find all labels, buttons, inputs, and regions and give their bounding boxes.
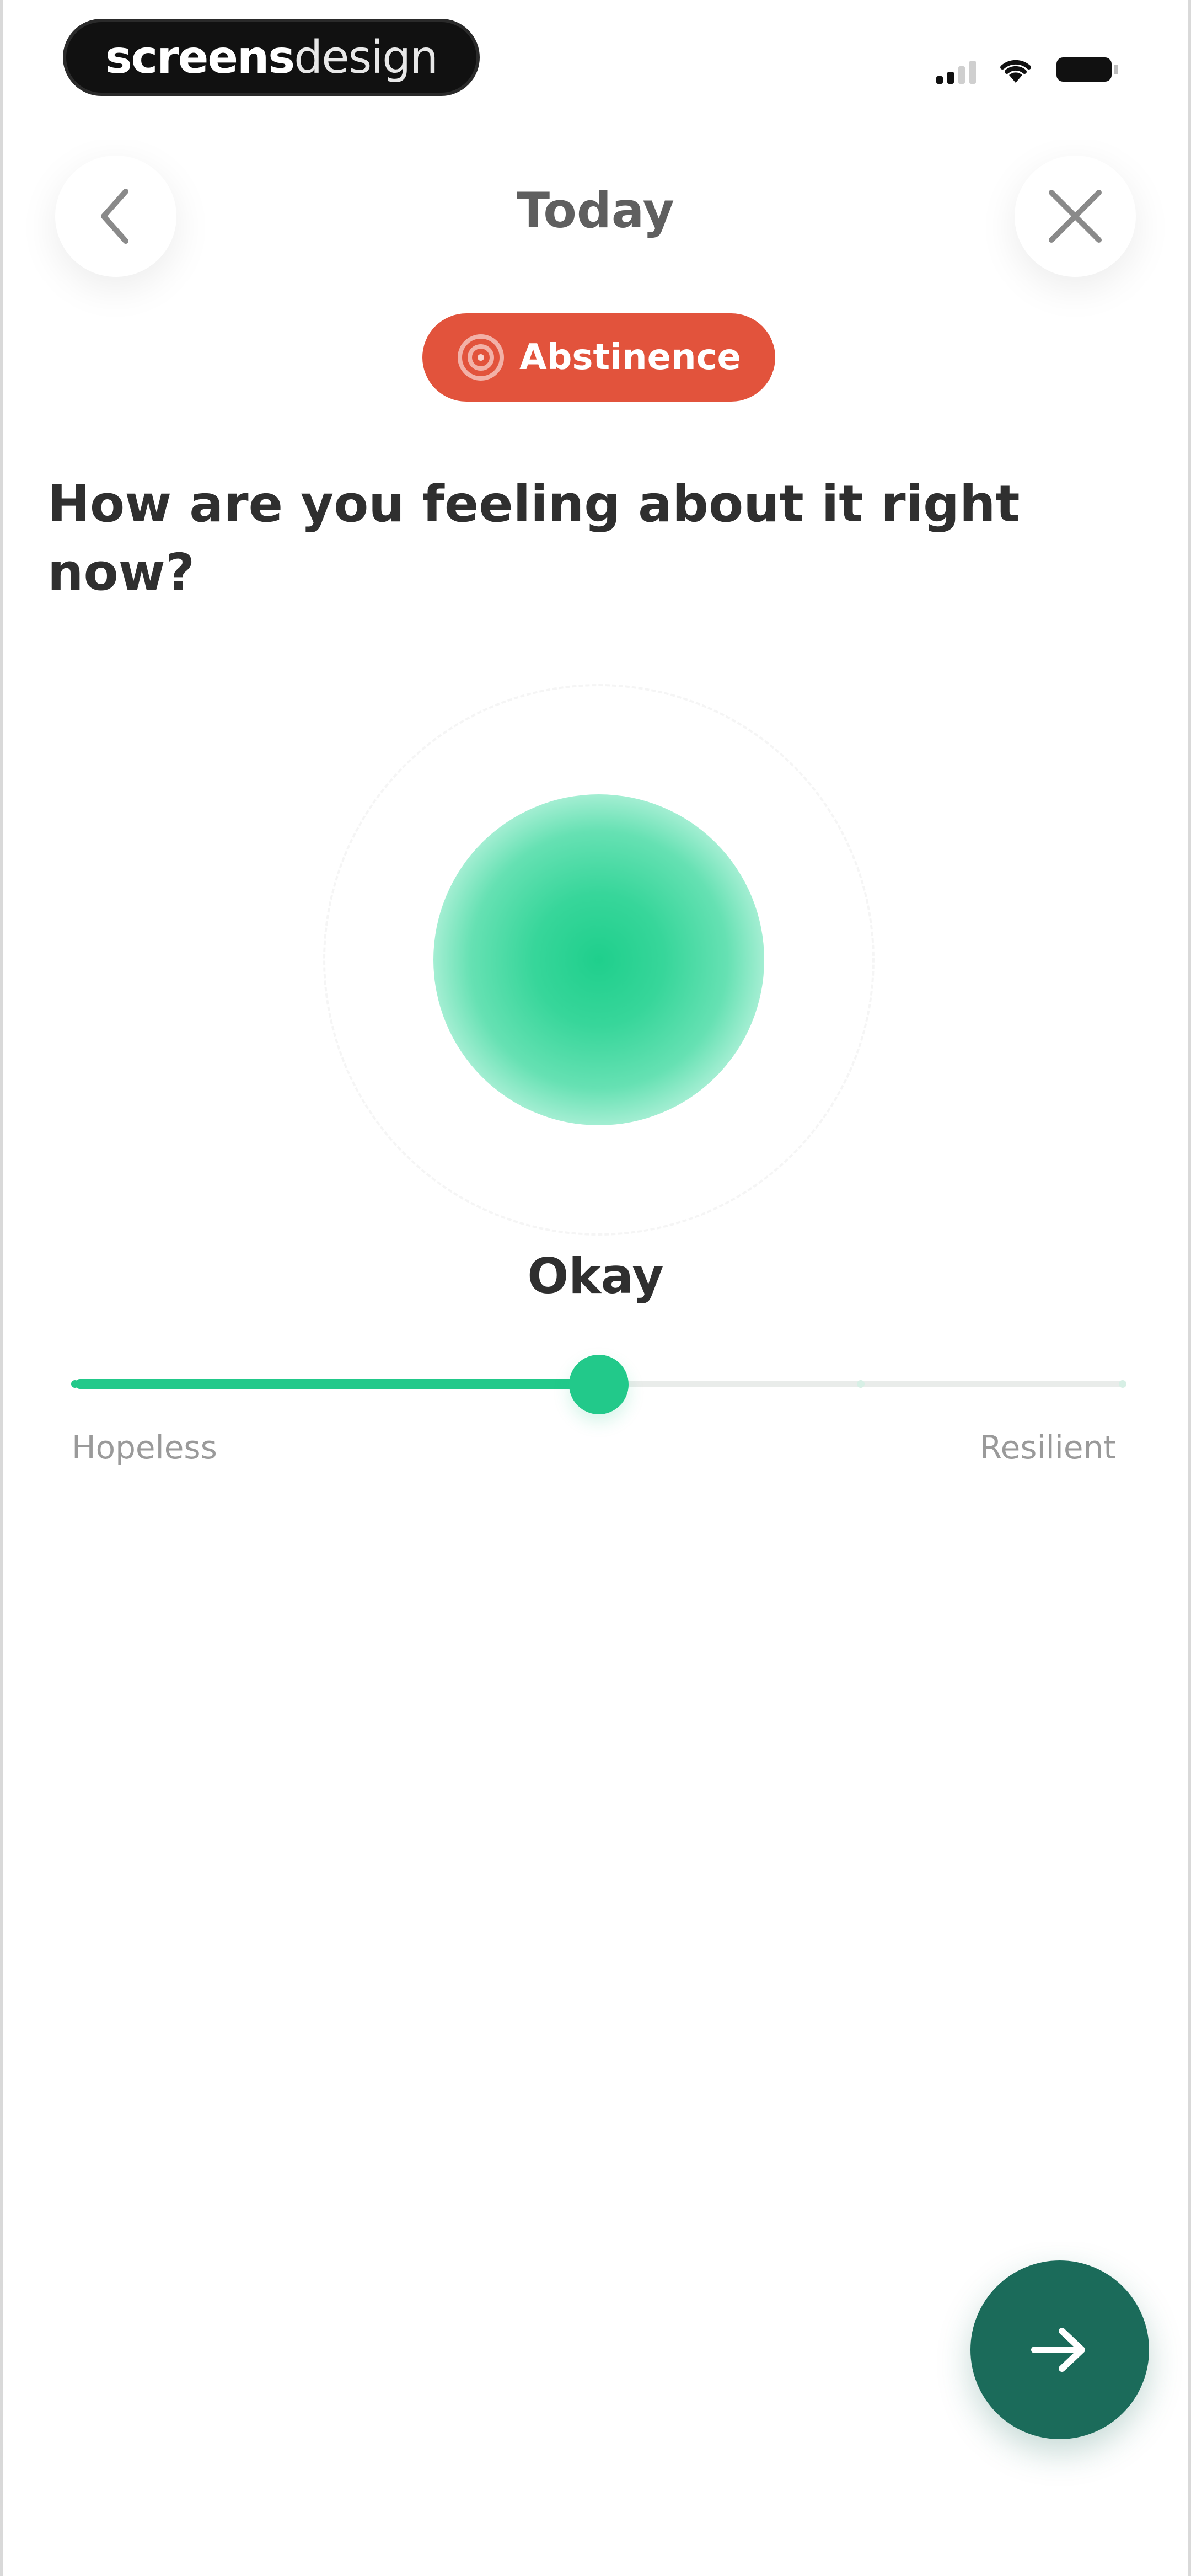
slider-max-label: Resilient: [979, 1429, 1116, 1466]
badge-label: Abstinence: [519, 337, 741, 378]
brand-logo: screens design: [63, 19, 480, 96]
close-button[interactable]: [1015, 156, 1136, 277]
question-heading: How are you feeling about it right now?: [47, 474, 1020, 602]
mood-orb: [323, 684, 875, 1236]
battery-icon: [1055, 55, 1122, 84]
signal-icon: [936, 60, 976, 84]
close-icon: [1049, 190, 1102, 243]
wifi-icon: [998, 56, 1033, 84]
status-icons: [936, 51, 1122, 84]
mood-orb-glow: [433, 794, 764, 1125]
slider-min-label: Hopeless: [72, 1429, 217, 1466]
category-badge: Abstinence: [422, 313, 775, 402]
slider-step-tick: [71, 1380, 79, 1388]
brand-logo-bold: screens: [105, 31, 295, 84]
slider-step-tick: [333, 1380, 341, 1388]
target-icon: [458, 334, 505, 381]
slider-step-tick: [857, 1380, 865, 1388]
brand-logo-light: design: [294, 31, 438, 84]
slider-thumb[interactable]: [569, 1355, 629, 1414]
page-title: Today: [517, 182, 674, 239]
mood-slider[interactable]: [71, 1355, 1126, 1414]
arrow-right-icon: [1031, 2328, 1085, 2372]
slider-step-tick: [1119, 1380, 1126, 1388]
app-screen: screens design Today Abstinence How are …: [0, 0, 1191, 2576]
mood-label: Okay: [527, 1248, 664, 1305]
next-button[interactable]: [970, 2260, 1149, 2439]
